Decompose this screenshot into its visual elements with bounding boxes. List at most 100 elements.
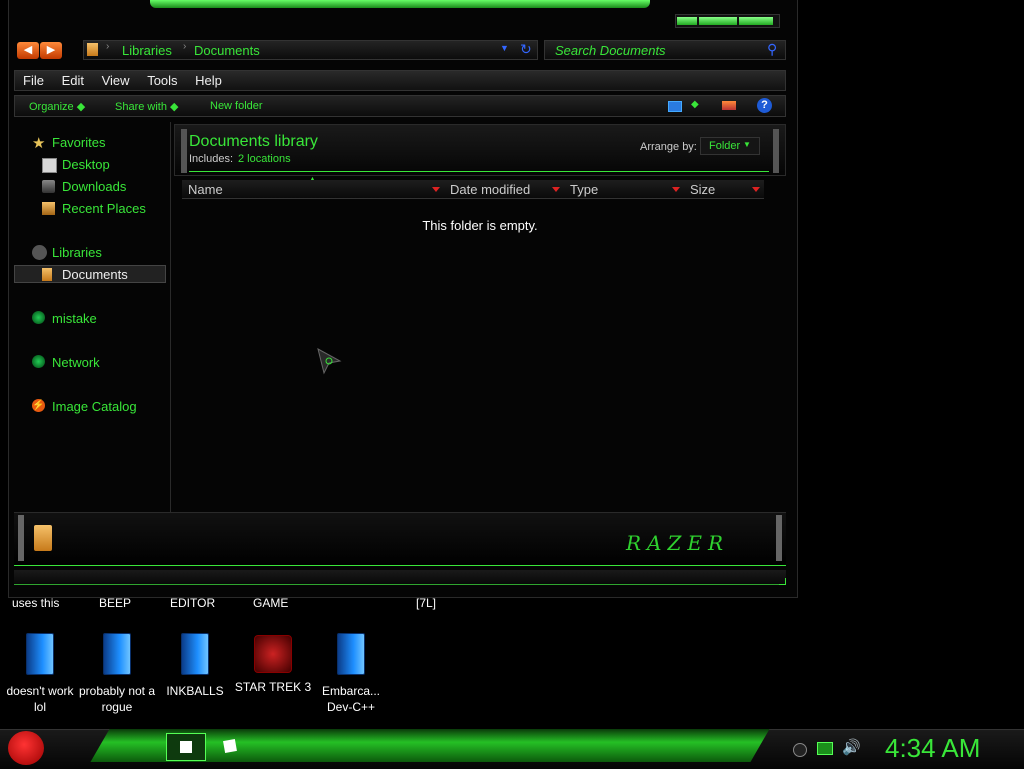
star-wars-game-icon — [254, 635, 292, 673]
nav-homegroup[interactable]: mistake — [52, 311, 97, 326]
razer-logo: RAZER — [626, 531, 730, 555]
library-icon — [87, 43, 98, 56]
desktop-shortcut-2[interactable]: probably not a rogue — [77, 633, 157, 715]
column-filter-icon[interactable] — [432, 187, 440, 192]
search-box[interactable]: Search Documents ⚲ — [544, 40, 786, 60]
nav-downloads[interactable]: Downloads — [62, 179, 126, 194]
taskbar-clock[interactable]: 4:34 AM — [885, 733, 980, 764]
volume-icon[interactable]: 🔊 — [842, 738, 861, 756]
back-button[interactable]: ◀ — [17, 42, 39, 59]
column-filter-icon[interactable] — [672, 187, 680, 192]
image-catalog-icon: ⚡ — [32, 399, 45, 412]
history-dropdown-icon[interactable]: ▼ — [500, 43, 509, 53]
document-file-icon — [26, 633, 54, 675]
tray-expand-icon[interactable] — [793, 743, 807, 757]
includes-locations-link[interactable]: 2 locations — [238, 153, 291, 165]
details-pane: RAZER — [14, 512, 786, 566]
view-options-icon[interactable] — [668, 101, 682, 112]
desktop-icon-label: STAR TREK 3 — [234, 680, 312, 694]
menu-file[interactable]: File — [23, 73, 44, 88]
mouse-cursor-icon — [317, 348, 342, 375]
organize-button[interactable]: Organize ◆ — [29, 100, 85, 113]
downloads-icon — [42, 180, 55, 193]
column-type[interactable]: Type — [564, 180, 684, 199]
nav-documents-label: Documents — [62, 267, 128, 282]
nav-recent-places[interactable]: Recent Places — [62, 201, 146, 216]
preview-pane-icon[interactable] — [722, 101, 736, 110]
maximize-button[interactable] — [699, 17, 737, 25]
start-button-angry-bird-icon[interactable] — [8, 731, 44, 765]
breadcrumb-documents[interactable]: Documents — [194, 43, 260, 58]
help-icon[interactable]: ? — [757, 98, 772, 113]
nav-libraries[interactable]: Libraries — [52, 245, 102, 260]
address-bar[interactable]: › Libraries › Documents ▼ ↻ — [83, 40, 538, 60]
breadcrumb-libraries[interactable]: Libraries — [122, 43, 172, 58]
refresh-icon[interactable]: ↻ — [520, 41, 532, 58]
menu-edit[interactable]: Edit — [62, 73, 84, 88]
desktop-shortcut-3[interactable]: INKBALLS — [155, 633, 235, 699]
menu-tools[interactable]: Tools — [147, 73, 177, 88]
network-icon — [32, 355, 45, 368]
nav-favorites[interactable]: Favorites — [52, 135, 105, 150]
nav-buttons: ◀ ▶ — [17, 41, 62, 59]
new-folder-button[interactable]: New folder — [210, 100, 263, 112]
library-title: Documents library — [189, 133, 318, 150]
nav-image-catalog[interactable]: Image Catalog — [52, 399, 137, 414]
details-left-cap — [18, 515, 24, 561]
chevron-right-icon: › — [106, 41, 110, 52]
column-size[interactable]: Size — [684, 180, 764, 199]
libraries-icon — [32, 245, 47, 260]
desktop-icon-label: doesn't work lol — [6, 684, 74, 714]
desktop-label-partial: [7L] — [416, 596, 437, 610]
desktop-label-partial: uses this — [12, 596, 60, 610]
view-dropdown-icon[interactable]: ◆ — [691, 99, 699, 110]
desktop-shortcut-1[interactable]: doesn't work lol — [0, 633, 80, 715]
chevron-down-icon: ▼ — [743, 140, 751, 149]
command-toolbar: Organize ◆ Share with ◆ New folder ◆ ? — [14, 95, 786, 117]
nav-documents-selected[interactable]: Documents — [14, 265, 166, 283]
status-bar — [14, 570, 786, 585]
desktop-label-partial: BEEP — [99, 596, 132, 610]
taskbar-explorer-button[interactable] — [166, 733, 206, 761]
header-left-cap — [181, 129, 187, 173]
column-filter-icon[interactable] — [552, 187, 560, 192]
desktop-shortcut-4[interactable]: STAR TREK 3 — [233, 635, 313, 695]
star-icon: ★ — [32, 135, 46, 152]
network-tray-icon[interactable] — [817, 742, 833, 755]
column-filter-icon[interactable] — [752, 187, 760, 192]
column-name[interactable]: Name — [182, 180, 444, 199]
close-button[interactable] — [739, 17, 773, 25]
document-file-icon — [103, 633, 131, 675]
pane-divider[interactable] — [170, 122, 171, 512]
recent-places-icon — [42, 202, 55, 215]
share-with-button[interactable]: Share with ◆ — [115, 100, 179, 113]
column-date-modified[interactable]: Date modified — [444, 180, 564, 199]
search-icon[interactable]: ⚲ — [767, 41, 777, 58]
minimize-button[interactable] — [677, 17, 697, 25]
forward-button[interactable]: ▶ — [40, 42, 62, 59]
arrange-by-label: Arrange by: — [640, 141, 697, 153]
arrange-by-dropdown[interactable]: Folder ▼ — [700, 137, 760, 155]
homegroup-icon — [32, 311, 45, 324]
library-header: Documents library Includes: 2 locations … — [174, 124, 786, 176]
includes-label: Includes: — [189, 153, 234, 165]
desktop-icon-label: Embarca... Dev-C++ — [321, 684, 381, 714]
nav-network[interactable]: Network — [52, 355, 100, 370]
desktop-icon-label: probably not a rogue — [78, 684, 156, 714]
menu-help[interactable]: Help — [195, 73, 222, 88]
navigation-pane: ★ Favorites Desktop Downloads Recent Pla… — [14, 122, 169, 512]
arrange-by-value: Folder — [709, 140, 741, 152]
nav-desktop[interactable]: Desktop — [62, 157, 110, 172]
desktop-shortcut-5[interactable]: Embarca... Dev-C++ — [311, 633, 391, 715]
documents-icon — [42, 268, 52, 281]
header-right-cap — [773, 129, 779, 173]
desktop-icon-label: INKBALLS — [166, 684, 224, 698]
resize-grip-icon[interactable] — [779, 578, 786, 585]
desktop-label-partial: GAME — [253, 596, 289, 610]
menu-view[interactable]: View — [102, 73, 130, 88]
taskbar-app-icon[interactable] — [223, 739, 237, 753]
search-input[interactable]: Search Documents — [555, 43, 666, 58]
desktop-label-partial: EDITOR — [170, 596, 216, 610]
window-top-glow — [150, 0, 650, 8]
header-accent-line — [189, 171, 769, 172]
